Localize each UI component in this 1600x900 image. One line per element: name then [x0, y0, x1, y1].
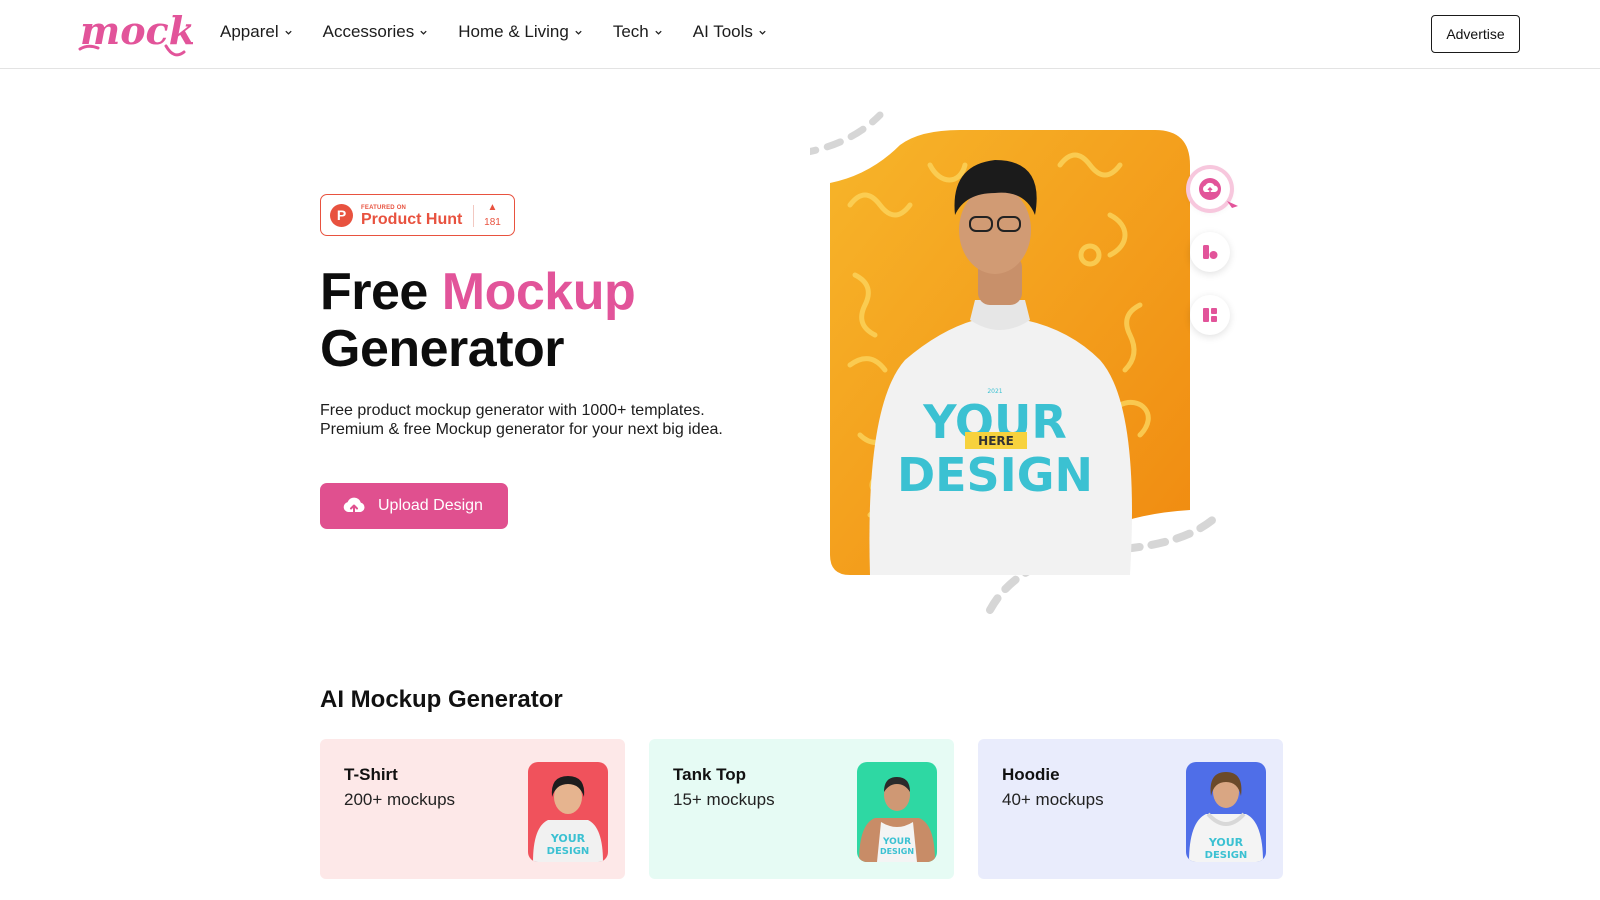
card-tank-top[interactable]: Tank Top 15+ mockups YOUR DESIGN [649, 739, 954, 879]
card-count: 15+ mockups [673, 790, 775, 809]
hero-title-generator: Generator [320, 320, 565, 378]
upvote-arrow-icon: ▲ [487, 202, 498, 213]
layout-tool[interactable] [1190, 295, 1230, 335]
chevron-down-icon [420, 30, 427, 35]
upload-icon [1199, 178, 1221, 200]
upload-tool[interactable] [1190, 169, 1230, 209]
hero-title-free: Free [320, 263, 442, 321]
card-title: Tank Top [673, 765, 747, 784]
product-hunt-icon: P [330, 204, 353, 227]
svg-text:YOUR: YOUR [882, 837, 911, 847]
card-count: 40+ mockups [1002, 790, 1104, 809]
upload-design-label: Upload Design [378, 497, 483, 514]
nav-ai-tools[interactable]: AI Tools [693, 22, 767, 42]
shapes-tool[interactable] [1190, 232, 1230, 272]
chevron-down-icon [759, 30, 766, 35]
nav-apparel[interactable]: Apparel [220, 22, 293, 42]
layout-icon [1203, 308, 1217, 322]
svg-text:2021: 2021 [987, 388, 1002, 395]
svg-text:YOUR: YOUR [550, 832, 586, 845]
svg-text:DESIGN: DESIGN [547, 846, 590, 857]
chevron-down-icon [284, 30, 292, 35]
tank-top-thumbnail: YOUR DESIGN [857, 762, 937, 862]
main-nav: Apparel Accessories Home & Living Tech A… [220, 22, 767, 42]
nav-tech-label: Tech [612, 22, 649, 41]
upload-design-button[interactable]: Upload Design [320, 483, 508, 529]
product-hunt-name: Product Hunt [361, 211, 463, 228]
advertise-button[interactable]: Advertise [1431, 15, 1520, 53]
card-hoodie[interactable]: Hoodie 40+ mockups YOUR DESIGN [978, 739, 1283, 879]
hero-mockup-illustration: 2021 YOUR HERE DESIGN [810, 111, 1224, 614]
card-title: T-Shirt [344, 765, 398, 784]
product-hunt-badge[interactable]: P FEATURED ON Product Hunt ▲ 181 [320, 194, 515, 236]
card-title: Hoodie [1002, 765, 1060, 784]
site-header: mockey Apparel Accessories Home & Living… [0, 0, 1600, 69]
nav-apparel-label: Apparel [220, 22, 279, 41]
svg-text:DESIGN: DESIGN [1205, 850, 1248, 861]
svg-text:YOUR: YOUR [1208, 836, 1244, 849]
chevron-down-icon [655, 30, 662, 35]
upvote-count: 181 [484, 217, 501, 228]
nav-tech[interactable]: Tech [613, 22, 663, 42]
hero-title-accent: Mockup [441, 263, 636, 321]
svg-text:HERE: HERE [978, 434, 1014, 448]
nav-home-living[interactable]: Home & Living [458, 22, 583, 42]
nav-accessories-label: Accessories [322, 22, 415, 41]
card-tshirt[interactable]: T-Shirt 200+ mockups YOUR DESIGN [320, 739, 625, 879]
tshirt-thumbnail: YOUR DESIGN [528, 762, 608, 862]
card-count: 200+ mockups [344, 790, 456, 809]
ai-section-title: AI Mockup Generator [320, 686, 563, 713]
chevron-down-icon [575, 30, 582, 35]
hoodie-thumbnail: YOUR DESIGN [1186, 762, 1266, 862]
design-text-design: DESIGN [897, 448, 1093, 502]
cloud-upload-icon [343, 497, 365, 515]
badge-divider [473, 205, 474, 227]
shapes-icon [1203, 245, 1218, 259]
mockey-logo[interactable]: mockey [78, 6, 193, 61]
decorative-dashes-top [810, 111, 884, 156]
nav-home-living-label: Home & Living [458, 22, 569, 41]
nav-accessories[interactable]: Accessories [323, 22, 429, 42]
hero-title: Free Mockup Generator [320, 263, 636, 378]
svg-text:DESIGN: DESIGN [880, 847, 914, 856]
hero-description: Free product mockup generator with 1000+… [320, 402, 723, 438]
nav-ai-tools-label: AI Tools [692, 22, 753, 41]
ai-mockup-cards: T-Shirt 200+ mockups YOUR DESIGN Tank To… [320, 739, 1283, 879]
cursor-pointer-icon [1227, 201, 1238, 208]
